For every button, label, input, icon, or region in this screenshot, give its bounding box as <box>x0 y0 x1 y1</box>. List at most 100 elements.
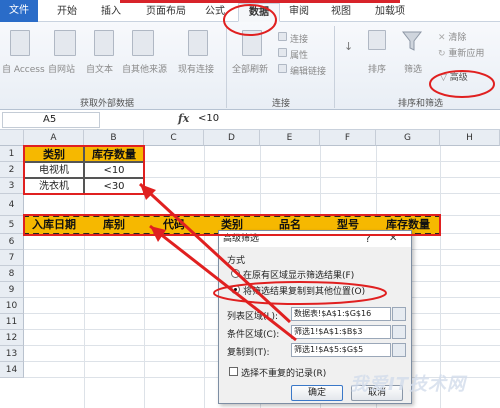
column-header[interactable]: E <box>260 130 320 146</box>
edit-links-icon <box>278 64 287 73</box>
ribbon-tab-bar: 文件 开始 插入 页面布局 公式 数据 审阅 视图 加载项 <box>0 0 500 22</box>
row-header[interactable]: 6 <box>0 234 24 250</box>
clear-icon: ✕ <box>438 33 446 43</box>
method-label: 方式 <box>227 256 246 266</box>
row-header[interactable]: 5 <box>0 216 24 234</box>
formula-bar: A5 fx <10 <box>0 110 500 130</box>
refresh-icon <box>242 30 262 56</box>
grid-line <box>144 146 145 408</box>
from-text-button[interactable]: 自文本 <box>86 62 113 75</box>
cell-b1[interactable]: 库存数量 <box>84 146 144 162</box>
tab-file[interactable]: 文件 <box>0 0 38 22</box>
name-box[interactable]: A5 <box>2 112 100 128</box>
column-header[interactable]: H <box>440 130 500 146</box>
row-header[interactable]: 2 <box>0 162 24 178</box>
reapply-icon: ↻ <box>438 49 446 59</box>
copy-to-label: 复制到(T): <box>227 348 270 358</box>
copy-to-input[interactable]: 筛选1!$A$5:$G$5 <box>291 343 391 357</box>
range-picker-icon[interactable] <box>392 343 406 357</box>
cell-a2[interactable]: 电视机 <box>24 162 84 178</box>
advanced-filter-button[interactable]: ▽ 高级 <box>440 70 468 83</box>
properties-icon <box>278 48 287 57</box>
column-header[interactable]: F <box>320 130 376 146</box>
grid-line <box>204 146 205 408</box>
row-header[interactable]: 4 <box>0 194 24 216</box>
web-globe-icon <box>54 30 76 56</box>
row-header[interactable]: 7 <box>0 250 24 266</box>
ribbon-data: 自 Access 自网站 自文本 自其他来源 现有连接 获取外部数据 全部刷新 … <box>0 22 500 110</box>
range-picker-icon[interactable] <box>392 307 406 321</box>
tab-page-layout[interactable]: 页面布局 <box>138 3 194 22</box>
row-header[interactable]: 11 <box>0 314 24 330</box>
refresh-all-button[interactable]: 全部刷新 <box>232 62 268 75</box>
tab-view[interactable]: 视图 <box>326 3 356 22</box>
funnel-icon <box>402 31 422 51</box>
from-web-button[interactable]: 自网站 <box>48 62 75 75</box>
sort-dialog-icon <box>368 30 386 50</box>
formula-input[interactable]: <10 <box>198 113 219 124</box>
unique-records-label: 选择不重复的记录(R) <box>241 369 327 379</box>
clear-button[interactable]: ✕ 清除 <box>438 30 466 43</box>
row-header[interactable]: 13 <box>0 346 24 362</box>
text-file-icon <box>94 30 114 56</box>
tab-review[interactable]: 审阅 <box>284 3 314 22</box>
fx-icon[interactable]: fx <box>178 112 189 125</box>
ribbon-separator <box>334 26 335 108</box>
sort-button[interactable]: 排序 <box>368 62 386 75</box>
option-inplace-label: 在原有区域显示筛选结果(F) <box>243 271 355 281</box>
group-label-connections: 连接 <box>272 99 291 109</box>
row-header[interactable]: 9 <box>0 282 24 298</box>
dialog-title: 高级筛选 <box>219 231 411 247</box>
group-label-sort-filter: 排序和筛选 <box>398 99 444 109</box>
row-header[interactable]: 8 <box>0 266 24 282</box>
sort-az-icon[interactable]: ↓ <box>344 40 353 53</box>
radio-copy-to-location[interactable] <box>231 285 240 294</box>
tab-formulas[interactable]: 公式 <box>200 3 230 22</box>
list-range-input[interactable]: 数据表!$A$1:$G$16 <box>291 307 391 321</box>
radio-inplace[interactable] <box>231 269 240 278</box>
help-icon[interactable]: ? <box>365 231 371 247</box>
connections-icon <box>278 32 287 41</box>
ribbon-separator <box>226 26 227 108</box>
row-header[interactable]: 12 <box>0 330 24 346</box>
from-other-sources-button[interactable]: 自其他来源 <box>122 62 167 75</box>
column-header[interactable]: B <box>84 130 144 146</box>
properties-button[interactable]: 属性 <box>290 48 308 61</box>
access-db-icon <box>10 30 30 56</box>
cell-a3[interactable]: 洗衣机 <box>24 178 84 194</box>
tab-home[interactable]: 开始 <box>52 3 82 22</box>
reapply-button[interactable]: ↻ 重新应用 <box>438 46 484 59</box>
group-label-external-data: 获取外部数据 <box>80 99 135 109</box>
column-header[interactable]: C <box>144 130 204 146</box>
unique-records-checkbox[interactable] <box>229 367 238 376</box>
cell-b3[interactable]: <30 <box>84 178 144 194</box>
row-header[interactable]: 3 <box>0 178 24 194</box>
existing-connections-button[interactable]: 现有连接 <box>178 62 214 75</box>
ok-button[interactable]: 确定 <box>291 385 343 401</box>
row-header[interactable]: 14 <box>0 362 24 378</box>
select-all-corner[interactable] <box>0 130 24 146</box>
existing-connections-icon <box>188 30 208 56</box>
row-header[interactable]: 10 <box>0 298 24 314</box>
option-copy-label: 将筛选结果复制到其他位置(O) <box>243 287 366 297</box>
tab-insert[interactable]: 插入 <box>96 3 126 22</box>
row-header[interactable]: 1 <box>0 146 24 162</box>
tab-data[interactable]: 数据 <box>238 3 280 22</box>
cell-b2[interactable]: <10 <box>84 162 144 178</box>
criteria-range-input[interactable]: 筛选1!$A$1:$B$3 <box>291 325 391 339</box>
criteria-range-label: 条件区域(C): <box>227 330 280 340</box>
close-icon[interactable]: ✕ <box>389 231 397 247</box>
connections-button[interactable]: 连接 <box>290 32 308 45</box>
range-picker-icon[interactable] <box>392 325 406 339</box>
edit-links-button[interactable]: 编辑链接 <box>290 64 326 77</box>
watermark: 我爱IT技术网 <box>350 374 466 395</box>
tab-addins[interactable]: 加载项 <box>368 3 412 22</box>
cell-a1[interactable]: 类别 <box>24 146 84 162</box>
other-sources-icon <box>132 30 154 56</box>
column-header[interactable]: D <box>204 130 260 146</box>
filter-button[interactable]: 筛选 <box>404 62 422 75</box>
from-access-button[interactable]: 自 Access <box>2 62 45 75</box>
column-header[interactable]: G <box>376 130 440 146</box>
advanced-filter-icon: ▽ <box>440 73 447 83</box>
column-header[interactable]: A <box>24 130 84 146</box>
